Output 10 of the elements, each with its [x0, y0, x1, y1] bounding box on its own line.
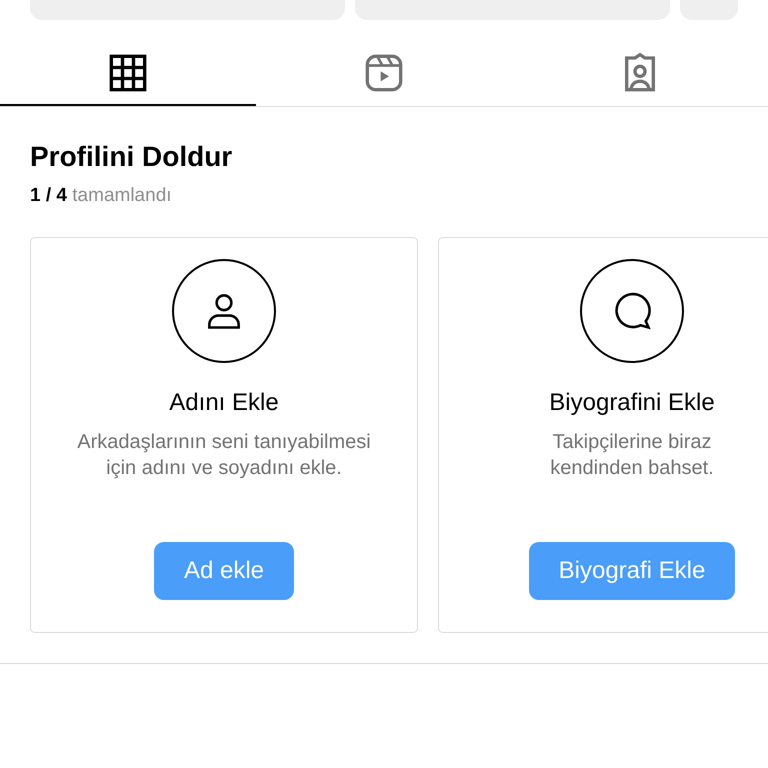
- card-title: Biyografini Ekle: [549, 389, 715, 417]
- grid-icon: [108, 53, 148, 93]
- play-icon: [364, 53, 404, 93]
- section-title: Profilini Doldur: [30, 141, 234, 173]
- card-description: Takipçilerine biraz kendinden bahset.: [549, 430, 715, 481]
- card-description: Arkadaşlarının seni tanıyabilmesi için adını ve soyadını ekle.: [76, 430, 372, 481]
- add-button[interactable]: Biyografi Ekle: [528, 542, 736, 600]
- add-button[interactable]: Ad ekle: [154, 542, 294, 600]
- card-title: Adını Ekle: [169, 389, 279, 417]
- progress-text: 1 / 4 tamamlandı: [30, 185, 173, 207]
